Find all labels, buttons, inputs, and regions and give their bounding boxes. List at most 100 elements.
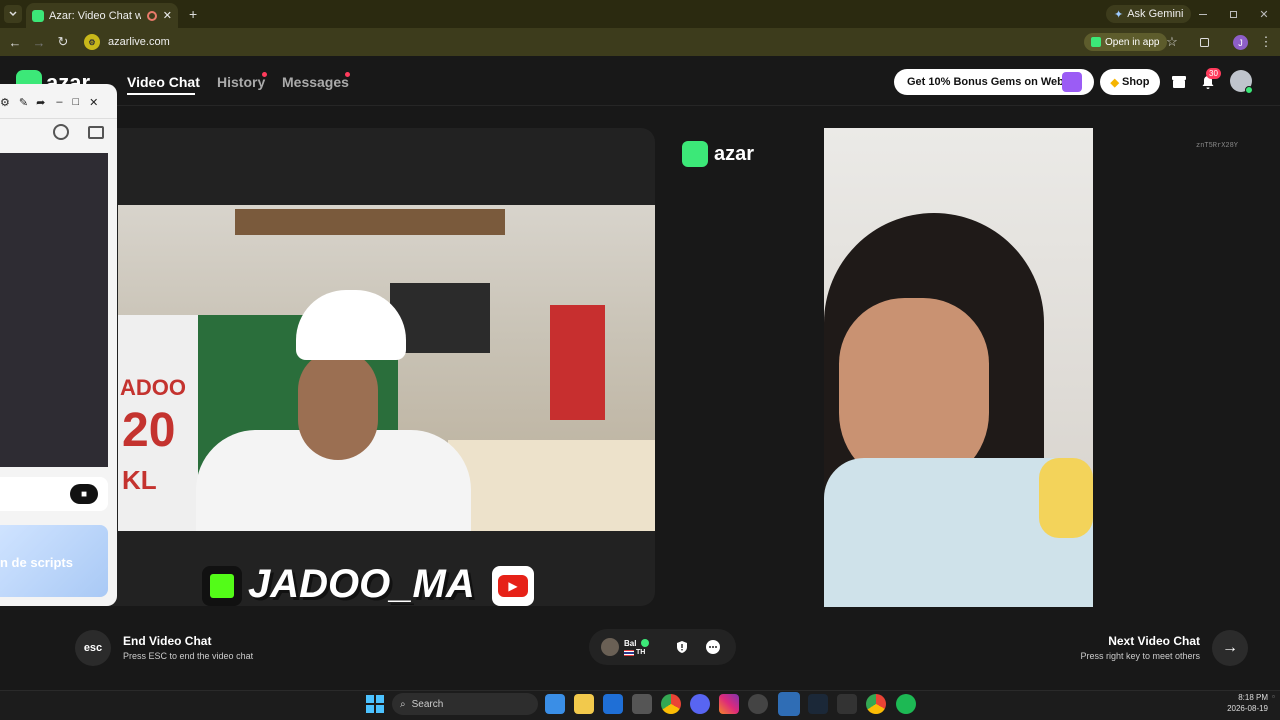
streamer-name-overlay: JADOO_MA bbox=[248, 562, 475, 606]
peer-avatar[interactable] bbox=[601, 638, 619, 656]
chevron-down-icon bbox=[9, 11, 17, 17]
azar-watermark-text: azar bbox=[714, 142, 755, 165]
jersey-letters: KL bbox=[122, 465, 157, 495]
video-camera-icon: ■ bbox=[70, 484, 98, 504]
chrome-icon[interactable] bbox=[661, 694, 681, 714]
active-tab-indicator bbox=[127, 93, 195, 95]
notification-badge: 30 bbox=[1206, 68, 1221, 79]
restore-icon bbox=[1229, 10, 1237, 18]
app-icon[interactable] bbox=[837, 694, 857, 714]
ask-gemini-label: Ask Gemini bbox=[1127, 8, 1184, 20]
active-app-icon[interactable] bbox=[778, 692, 800, 716]
esc-key-button[interactable]: esc bbox=[75, 630, 111, 666]
extensions-button[interactable] bbox=[1196, 33, 1214, 51]
clock-date: 2026-08-19 bbox=[1227, 704, 1268, 713]
obs-icon[interactable] bbox=[748, 694, 768, 714]
windows-start-button[interactable] bbox=[366, 695, 384, 713]
chrome-profile-icon[interactable] bbox=[866, 694, 886, 714]
next-chat-title[interactable]: Next Video Chat bbox=[1080, 634, 1200, 648]
floating-app-window: ⚙ ✎ ➦ – □ ✕ ■ n de scripts bbox=[0, 84, 117, 606]
nav-messages[interactable]: Messages bbox=[282, 74, 349, 90]
azar-watermark-icon bbox=[682, 141, 708, 167]
open-in-app-button[interactable]: Open in app bbox=[1084, 33, 1167, 51]
nav-history[interactable]: History bbox=[217, 74, 265, 90]
inbox-button[interactable] bbox=[1169, 72, 1189, 92]
close-tab-icon[interactable]: ✕ bbox=[163, 9, 172, 22]
search-icon: ⌕ bbox=[400, 698, 406, 710]
discord-icon[interactable] bbox=[690, 694, 710, 714]
file-explorer-icon[interactable] bbox=[574, 694, 594, 714]
window-divider bbox=[0, 118, 117, 119]
recording-icon bbox=[146, 10, 157, 21]
nav-video-chat[interactable]: Video Chat bbox=[127, 74, 200, 90]
store-icon[interactable] bbox=[632, 694, 652, 714]
shop-label: Shop bbox=[1121, 76, 1150, 88]
thailand-flag-icon bbox=[624, 649, 634, 656]
session-code: znT5RrX28Y bbox=[1196, 142, 1239, 150]
minimize-window-button[interactable] bbox=[1194, 5, 1212, 23]
azar-favicon-icon bbox=[32, 9, 44, 22]
reload-icon: ↻ bbox=[57, 34, 69, 49]
jersey-text: ADOO bbox=[120, 375, 186, 400]
bookmark-button[interactable]: ☆ bbox=[1163, 33, 1181, 51]
report-button[interactable] bbox=[673, 638, 691, 656]
steam-icon[interactable] bbox=[808, 694, 828, 714]
settings-gear-icon[interactable]: ⚙ bbox=[0, 96, 10, 109]
shop-button[interactable]: ◆ Shop bbox=[1100, 69, 1160, 95]
arrow-left-icon: ← bbox=[8, 34, 22, 50]
end-chat-title[interactable]: End Video Chat bbox=[123, 634, 211, 648]
browser-menu-button[interactable]: ⋮ bbox=[1257, 33, 1275, 51]
notification-center-icon[interactable]: ▫ bbox=[1272, 692, 1275, 701]
share-arrow-icon[interactable]: ➦ bbox=[36, 96, 45, 109]
address-bar[interactable]: ⚙ azarlive.com bbox=[80, 32, 1160, 52]
youtube-logo-icon: ▶ bbox=[492, 566, 534, 606]
pin-icon[interactable]: ✎ bbox=[19, 96, 28, 109]
online-status-dot bbox=[1245, 86, 1253, 94]
browser-tab[interactable]: Azar: Video Chat with New ✕ bbox=[26, 3, 178, 28]
instagram-icon[interactable] bbox=[719, 694, 739, 714]
arrow-right-icon: → bbox=[1222, 639, 1238, 656]
peer-country-code: TH bbox=[636, 649, 646, 656]
minimize-icon[interactable]: – bbox=[56, 96, 62, 108]
taskbar-clock[interactable]: 8:18 PM 2026-08-19 bbox=[1200, 693, 1268, 713]
maximize-icon[interactable]: □ bbox=[72, 96, 79, 108]
restore-window-button[interactable] bbox=[1224, 5, 1242, 23]
reload-button[interactable]: ↻ bbox=[54, 33, 72, 51]
chat-button[interactable] bbox=[704, 638, 722, 656]
tab-search-button[interactable] bbox=[4, 5, 22, 23]
peer-name: Bal bbox=[624, 639, 637, 648]
arrow-right-icon: → bbox=[32, 34, 46, 50]
widgets-icon[interactable] bbox=[545, 694, 565, 714]
my-camera-feed: ADOO 20 KL bbox=[118, 205, 655, 531]
camera-source-row[interactable]: ■ bbox=[0, 477, 108, 511]
kick-logo-icon bbox=[202, 566, 242, 606]
new-tab-button[interactable]: + bbox=[189, 6, 197, 22]
scripts-promo-card[interactable]: n de scripts bbox=[0, 525, 108, 597]
profile-avatar[interactable]: J bbox=[1233, 35, 1248, 50]
close-window-button[interactable]: ✕ bbox=[1255, 5, 1273, 23]
jersey-number: 20 bbox=[122, 404, 176, 457]
messages-unread-dot bbox=[345, 72, 350, 77]
window-preview-area bbox=[0, 153, 108, 467]
webcam-icon[interactable] bbox=[53, 124, 69, 140]
app-icon bbox=[1091, 37, 1101, 47]
azar-watermark: azar bbox=[682, 141, 754, 167]
tab-title: Azar: Video Chat with New bbox=[49, 9, 141, 22]
next-chat-button[interactable]: → bbox=[1212, 630, 1248, 666]
archive-icon bbox=[1172, 76, 1186, 88]
spotify-icon[interactable] bbox=[896, 694, 916, 714]
back-button[interactable]: ← bbox=[6, 33, 24, 51]
taskbar-search[interactable]: ⌕ Search bbox=[392, 693, 538, 715]
outlook-icon[interactable] bbox=[603, 694, 623, 714]
end-chat-subtitle: Press ESC to end the video chat bbox=[123, 651, 254, 661]
close-icon[interactable]: ✕ bbox=[89, 96, 98, 109]
cartoon-pillow bbox=[1039, 458, 1093, 538]
ask-gemini-button[interactable]: ✦ Ask Gemini bbox=[1106, 5, 1192, 23]
forward-button[interactable]: → bbox=[30, 33, 48, 51]
screen-share-icon[interactable] bbox=[88, 126, 104, 139]
bed bbox=[448, 440, 655, 531]
partner-video-panel bbox=[824, 128, 1093, 607]
gemini-sparkle-icon: ✦ bbox=[1114, 8, 1124, 21]
chat-bubble-icon bbox=[706, 640, 720, 654]
streamer-face bbox=[298, 350, 378, 460]
